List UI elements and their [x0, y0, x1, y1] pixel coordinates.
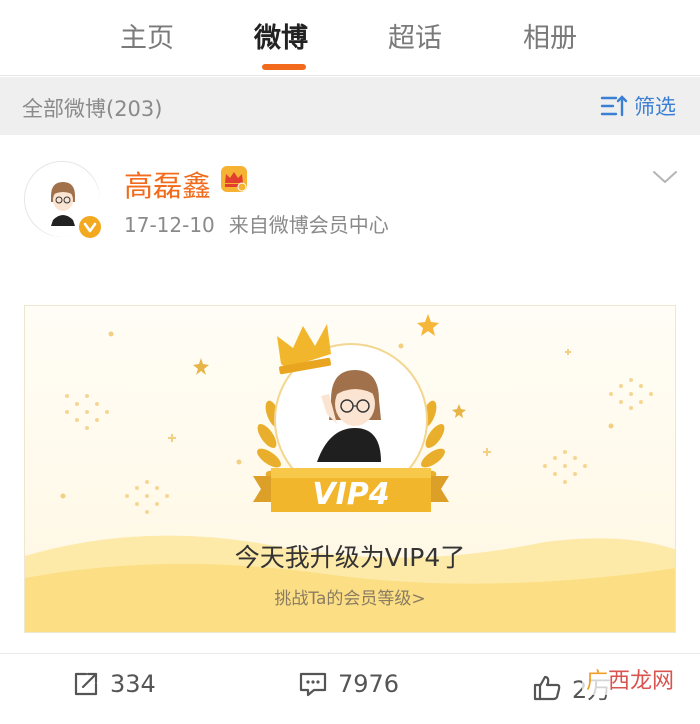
watermark-part1: 广 — [585, 669, 608, 694]
profile-tab-bar: 主页 微博 超话 相册 — [0, 0, 700, 76]
tab-super-topic[interactable]: 超话 — [388, 16, 442, 55]
post-meta: 17-12-10 来自微博会员中心 — [124, 209, 389, 238]
avatar[interactable] — [24, 161, 103, 240]
filter-button[interactable]: 筛选 — [600, 91, 676, 121]
vip-card-title: 今天我升级为VIP4了 — [234, 543, 466, 572]
tab-album[interactable]: 相册 — [523, 16, 577, 55]
vip-ribbon-text: VIP4 — [312, 477, 389, 512]
chevron-down-icon[interactable] — [652, 169, 678, 185]
comment-button[interactable]: 7976 — [298, 670, 399, 698]
repost-button[interactable]: 334 — [72, 670, 156, 698]
verified-v-icon — [77, 214, 103, 240]
comment-count: 7976 — [338, 670, 400, 698]
filter-label: 筛选 — [634, 95, 676, 119]
thumbs-up-icon — [533, 675, 561, 700]
filter-icon — [600, 95, 628, 117]
comment-icon — [299, 672, 327, 697]
weibo-count-label: 全部微博(203) — [22, 97, 163, 121]
repost-icon — [74, 672, 98, 696]
repost-count: 334 — [110, 670, 156, 698]
tab-weibo[interactable]: 微博 — [254, 16, 308, 55]
weibo-filter-bar: 全部微博(203) 筛选 — [0, 77, 700, 135]
watermark-part2: 西龙网 — [607, 669, 674, 694]
tab-home[interactable]: 主页 — [120, 16, 174, 55]
username[interactable]: 高磊鑫 — [124, 163, 211, 205]
vip-crown-badge-icon[interactable] — [220, 165, 248, 193]
vip-upgrade-card[interactable]: VIP4 今天我升级为VIP4了 挑战Ta的会员等级> — [24, 305, 676, 633]
post-date: 17-12-10 — [124, 213, 215, 237]
site-watermark: 广西龙网 — [581, 663, 678, 695]
vip-card-challenge-link[interactable]: 挑战Ta的会员等级> — [25, 584, 675, 609]
post-source[interactable]: 来自微博会员中心 — [229, 213, 389, 237]
weibo-post: 高磊鑫 17-12-10 来自微博会员中心 VIP4 今天我升级为VIP4了 挑… — [0, 135, 700, 724]
active-tab-indicator — [262, 64, 306, 70]
